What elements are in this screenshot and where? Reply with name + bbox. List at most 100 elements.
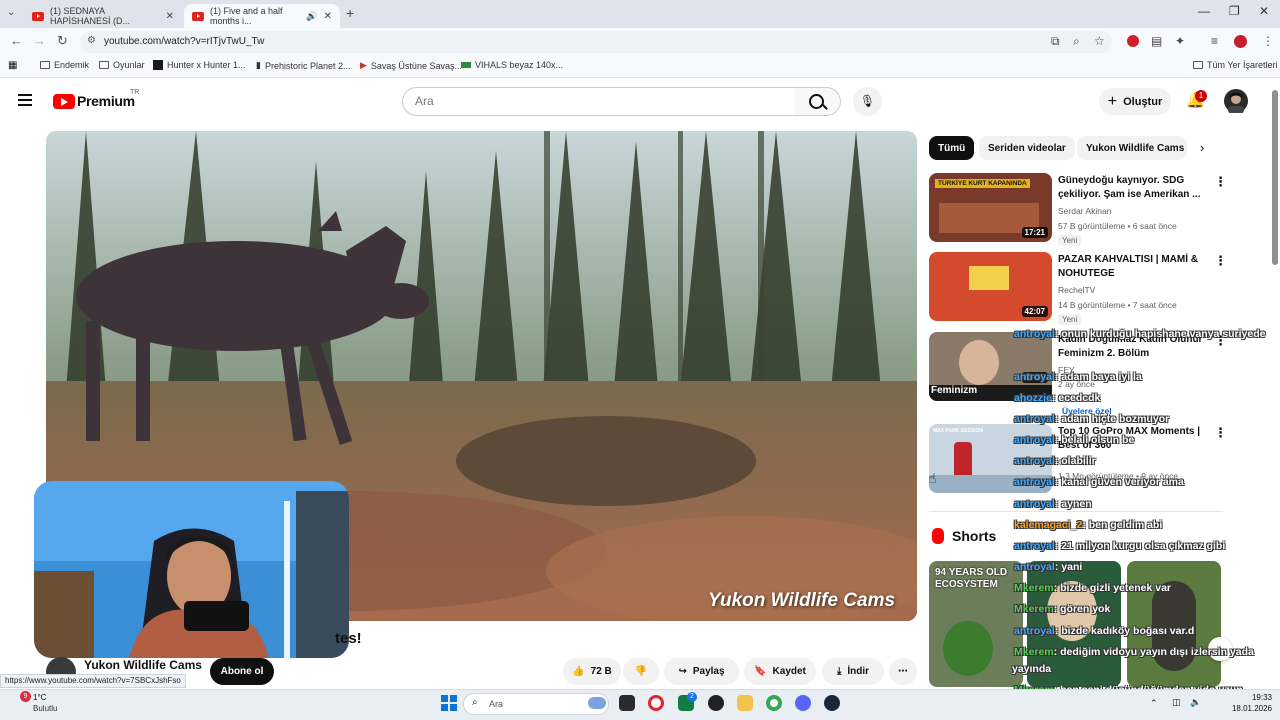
- chat-user: antroyal: [1014, 540, 1055, 552]
- video-thumbnail[interactable]: 42:07: [929, 252, 1052, 321]
- video-channel[interactable]: RechelTV: [1058, 285, 1095, 295]
- search-button[interactable]: [795, 87, 841, 116]
- voice-search-icon[interactable]: 🎙: [853, 87, 882, 116]
- close-window-icon[interactable]: ✕: [1259, 4, 1269, 18]
- search-icon: ⌕: [472, 697, 478, 708]
- bookmark-oyunlar[interactable]: Oyunlar: [99, 60, 145, 70]
- video-title[interactable]: Güneydoğu kaynıyor. SDG çekiliyor. Şam i…: [1058, 174, 1208, 202]
- weather-alert-badge: 9: [20, 691, 31, 702]
- share-icon: ↪: [678, 666, 687, 677]
- video-menu-icon[interactable]: ⋮: [1214, 253, 1227, 269]
- windows-taskbar: [0, 689, 1280, 720]
- cast-icon[interactable]: ⧉: [1051, 34, 1060, 49]
- new-badge: Yeni: [1058, 235, 1082, 246]
- tray-chevron-icon[interactable]: ⌃: [1150, 698, 1158, 709]
- folder-icon: [40, 61, 50, 69]
- steam-icon[interactable]: [824, 695, 840, 711]
- obs-icon[interactable]: [708, 695, 724, 711]
- shorts-icon: [932, 528, 944, 544]
- chip-series-videos[interactable]: Seriden videolar: [979, 136, 1075, 160]
- channel-name[interactable]: Yukon Wildlife Cams: [84, 658, 202, 672]
- video-thumbnail[interactable]: Feminizm 26:37: [929, 332, 1052, 401]
- file-explorer-icon[interactable]: [737, 695, 753, 711]
- chat-text: : 21 milyon kurgu olsa çıkmaz gibi: [1054, 540, 1226, 552]
- discord-icon[interactable]: [795, 695, 811, 711]
- chrome-icon[interactable]: [766, 695, 782, 711]
- more-actions-button[interactable]: ⋯: [889, 658, 917, 685]
- chat-message-continuation: yayında: [1012, 663, 1051, 675]
- premium-wordmark[interactable]: Premium: [77, 93, 135, 109]
- profile-icon[interactable]: [1234, 35, 1247, 48]
- chip-all[interactable]: Tümü: [929, 136, 975, 160]
- chat-message: antroyal: 21 milyon kurgu olsa çıkmaz gi…: [1014, 540, 1225, 552]
- chat-user: antroyal: [1014, 476, 1055, 488]
- download-button[interactable]: ⤓ İndir: [822, 658, 884, 685]
- bookmark-prehistoric[interactable]: ▮ Prehistoric Planet 2...: [256, 60, 351, 71]
- extension-icon[interactable]: ▤: [1151, 34, 1162, 48]
- bookmark-savas[interactable]: ▶ Savaş Üstüne Savaş...: [360, 60, 462, 71]
- apps-grid-icon[interactable]: ▦: [8, 60, 17, 71]
- chat-user: antroyal: [1014, 625, 1055, 637]
- subscribe-button[interactable]: Abone ol: [210, 658, 274, 685]
- weather-description[interactable]: Bulutlu: [33, 704, 57, 713]
- back-icon[interactable]: ←: [10, 33, 23, 48]
- bookmark-hunter[interactable]: Hunter x Hunter 1...: [153, 60, 246, 70]
- close-tab-icon[interactable]: ✕: [166, 11, 174, 22]
- like-button[interactable]: 👍 72 B: [563, 658, 621, 685]
- tab-five-and-a-half-months[interactable]: (1) Five and a half months i... 🔊 ✕: [184, 4, 340, 28]
- video-menu-icon[interactable]: ⋮: [1214, 425, 1227, 441]
- save-button[interactable]: 🔖 Kaydet: [744, 658, 816, 685]
- weather-temperature[interactable]: 1°C: [33, 693, 46, 702]
- opera-extension-icon[interactable]: [1127, 35, 1139, 47]
- create-button[interactable]: + Oluştur: [1099, 88, 1171, 115]
- bookmark-label: Hunter x Hunter 1...: [167, 60, 246, 70]
- video-menu-icon[interactable]: ⋮: [1214, 174, 1227, 190]
- video-thumbnail[interactable]: TÜRKİYE KURT KAPANINDA 17:21: [929, 173, 1052, 242]
- network-icon[interactable]: ◫: [1172, 697, 1181, 708]
- speaker-icon[interactable]: 🔊: [306, 11, 317, 22]
- bookmark-endemik[interactable]: Endemik: [40, 60, 89, 70]
- minimize-icon[interactable]: —: [1198, 4, 1210, 18]
- opera-browser-icon[interactable]: [648, 695, 664, 711]
- page-scrollbar[interactable]: [1272, 90, 1278, 265]
- bookmark-vihals[interactable]: VIHALS beyaz 140x...: [461, 60, 563, 70]
- short-card[interactable]: [1127, 561, 1221, 687]
- chevron-right-icon[interactable]: ›: [1200, 140, 1204, 155]
- video-watermark: Yukon Wildlife Cams: [708, 590, 896, 611]
- short-card[interactable]: 94 YEARS OLD ECOSYSTEM: [929, 561, 1023, 687]
- video-duration: 17:21: [1021, 227, 1048, 238]
- reload-icon[interactable]: ↻: [57, 33, 68, 49]
- all-bookmarks[interactable]: Tüm Yer İşaretleri: [1193, 60, 1278, 70]
- url-text[interactable]: youtube.com/watch?v=rITjvTwU_Tw: [104, 36, 264, 47]
- search-input[interactable]: [402, 87, 796, 116]
- zoom-icon[interactable]: ⌕: [1073, 34, 1080, 49]
- video-channel[interactable]: Serdar Akinan: [1058, 206, 1111, 216]
- media-control-icon[interactable]: ≡: [1211, 34, 1218, 48]
- new-badge: Yeni: [1058, 314, 1082, 325]
- new-tab-button[interactable]: +: [346, 5, 354, 21]
- chat-message: ahozzie: ecedcdk: [1014, 392, 1100, 404]
- restore-icon[interactable]: ❐: [1229, 4, 1240, 18]
- close-tab-icon[interactable]: ✕: [324, 11, 332, 22]
- tab-list-chevron-icon[interactable]: ⌄: [7, 7, 15, 18]
- region-code: TR: [130, 89, 140, 96]
- taskbar-date[interactable]: 18.01.2026: [1214, 704, 1272, 713]
- menu-icon[interactable]: [18, 94, 32, 106]
- taskbar-time[interactable]: 19:33: [1228, 693, 1272, 702]
- tab-sednaya[interactable]: (1) SEDNAYA HAPİSHANESİ (D... ✕: [24, 4, 182, 28]
- youtube-logo-icon[interactable]: [53, 94, 75, 109]
- browser-menu-icon[interactable]: ⋮: [1262, 34, 1274, 48]
- share-button[interactable]: ↪ Paylaş: [664, 658, 739, 685]
- bookmark-star-icon[interactable]: ☆: [1094, 34, 1105, 48]
- dislike-button[interactable]: 👎: [623, 658, 659, 685]
- forward-icon[interactable]: →: [33, 33, 46, 48]
- video-title[interactable]: PAZAR KAHVALTISI | MAMİ & NOHUTEGE: [1058, 253, 1208, 281]
- windows-start-icon[interactable]: [441, 695, 457, 711]
- puzzle-extensions-icon[interactable]: ✦: [1175, 34, 1185, 48]
- site-info-icon[interactable]: ⚙: [87, 35, 96, 46]
- task-view-icon[interactable]: [619, 695, 635, 711]
- chip-channel[interactable]: Yukon Wildlife Cams: [1077, 136, 1187, 160]
- volume-icon[interactable]: 🔈: [1190, 697, 1201, 708]
- account-avatar[interactable]: [1224, 89, 1248, 114]
- plus-icon: +: [1107, 92, 1118, 110]
